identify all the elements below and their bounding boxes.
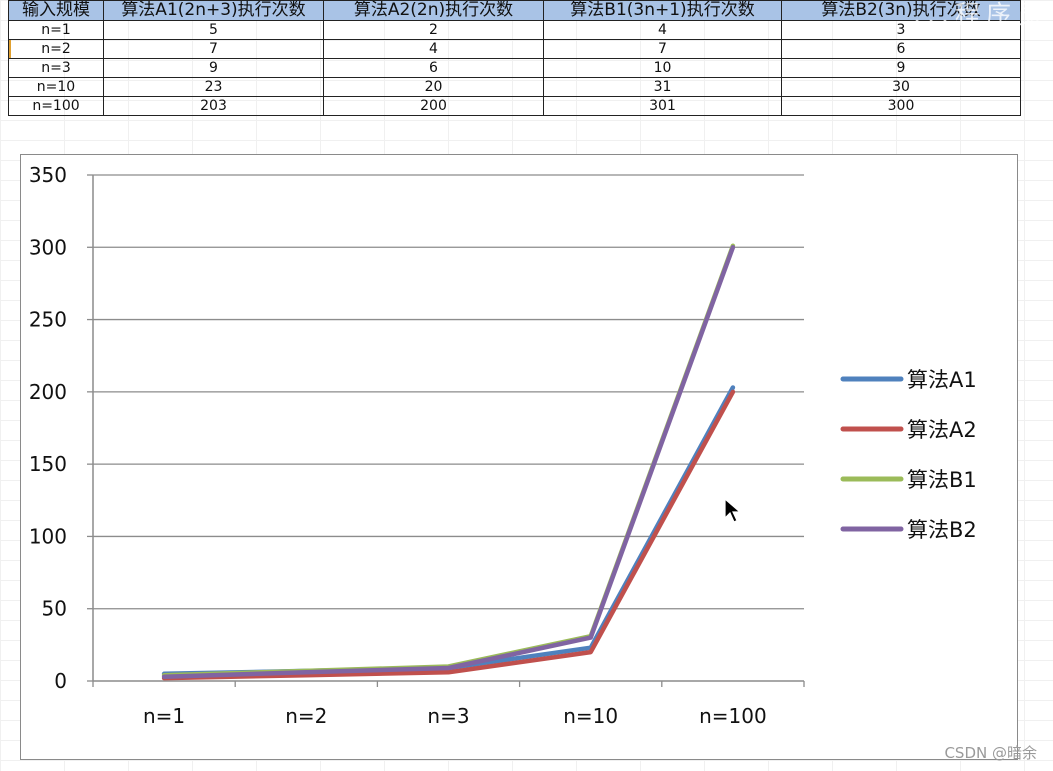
table-cell[interactable]: 23 — [103, 77, 324, 97]
y-tick-label: 100 — [29, 524, 67, 548]
y-tick-label: 50 — [42, 597, 67, 621]
table-cell[interactable]: 7 — [103, 39, 324, 59]
table-cell[interactable]: 10 — [543, 58, 782, 78]
table-cell[interactable]: 6 — [323, 58, 544, 78]
table-cell[interactable]: n=100 — [8, 96, 104, 116]
legend-label: 算法A2 — [907, 418, 977, 442]
table-cell[interactable]: 301 — [543, 96, 782, 116]
table-cell[interactable]: 20 — [323, 77, 544, 97]
table-cell[interactable]: n=3 — [8, 58, 104, 78]
table-cell[interactable]: 4 — [323, 39, 544, 59]
table-cell[interactable]: n=1 — [8, 20, 104, 40]
data-point — [162, 675, 166, 678]
data-point — [589, 650, 592, 654]
series-line-1 — [161, 385, 736, 677]
table-row: n=100 203 200 301 300 — [8, 96, 1021, 116]
series-line-4 — [161, 245, 736, 679]
y-tick-label: 250 — [29, 308, 67, 332]
x-tick-label: n=100 — [699, 704, 767, 728]
table-row: n=2 7 4 7 6 — [8, 39, 1021, 59]
table-row: n=1 5 2 4 3 — [8, 20, 1021, 40]
csdn-watermark: CSDN @暗余 — [944, 744, 1037, 762]
table-cell[interactable]: 5 — [103, 20, 324, 40]
header-cell[interactable]: 算法B1(3n+1)执行次数 — [543, 0, 782, 21]
series-line-2 — [161, 389, 736, 681]
x-tick-label: n=10 — [563, 704, 618, 728]
table-cell[interactable]: n=10 — [8, 77, 104, 97]
table-cell[interactable]: 203 — [103, 96, 324, 116]
table-cell[interactable]: 200 — [323, 96, 544, 116]
table-cell[interactable]: 31 — [543, 77, 782, 97]
legend-label: 算法B1 — [907, 468, 977, 492]
x-tick-label: n=1 — [143, 704, 185, 728]
data-point — [731, 386, 735, 389]
table-cell[interactable]: 7 — [543, 39, 782, 59]
table-cell[interactable]: 6 — [781, 39, 1021, 59]
data-point — [731, 390, 735, 394]
data-point — [305, 671, 308, 674]
legend-label: 算法B2 — [907, 518, 977, 542]
legend-label: 算法A1 — [907, 368, 977, 392]
x-tick-label: n=3 — [427, 704, 469, 728]
header-cell[interactable]: 输入规模 — [8, 0, 104, 21]
header-cell[interactable]: 算法B2(3n)执行次数 — [781, 0, 1021, 21]
table-cell[interactable]: n=2 — [8, 39, 104, 59]
data-point — [447, 666, 450, 670]
table-cell[interactable]: 9 — [781, 58, 1021, 78]
table-cell[interactable]: 2 — [323, 20, 544, 40]
header-cell[interactable]: 算法A1(2n+3)执行次数 — [103, 0, 324, 21]
table-cell[interactable]: 4 — [543, 20, 782, 40]
y-tick-label: 350 — [29, 163, 67, 187]
table-cell[interactable]: 30 — [781, 77, 1021, 97]
table-cell[interactable]: 3 — [781, 20, 1021, 40]
y-tick-label: 0 — [54, 669, 67, 693]
y-tick-label: 150 — [29, 452, 67, 476]
x-tick-label: n=2 — [285, 704, 327, 728]
table-row: n=10 23 20 31 30 — [8, 77, 1021, 97]
y-tick-label: 200 — [29, 380, 67, 404]
y-tick-label: 300 — [29, 235, 67, 259]
table-cell[interactable]: 9 — [103, 58, 324, 78]
line-chart: 0 50 100 150 200 250 300 350 n=1 n=2 n=3 n=10 n=100 算… — [29, 163, 977, 728]
data-point — [589, 636, 592, 639]
data-table: 输入规模 算法A1(2n+3)执行次数 算法A2(2n)执行次数 算法B1(3n… — [8, 0, 1021, 116]
data-point — [447, 671, 450, 674]
series-line-3 — [161, 243, 736, 678]
chart-area[interactable]: 0 50 100 150 200 250 300 350 n=1 n=2 n=3 n=10 n=100 算… — [20, 154, 1018, 760]
header-cell[interactable]: 算法A2(2n)执行次数 — [323, 0, 544, 21]
table-header-row: 输入规模 算法A1(2n+3)执行次数 算法A2(2n)执行次数 算法B1(3n… — [8, 0, 1021, 21]
table-row: n=3 9 6 10 9 — [8, 58, 1021, 78]
table-cell[interactable]: 300 — [781, 96, 1021, 116]
data-point — [731, 246, 735, 249]
mouse-cursor-icon — [724, 498, 742, 523]
